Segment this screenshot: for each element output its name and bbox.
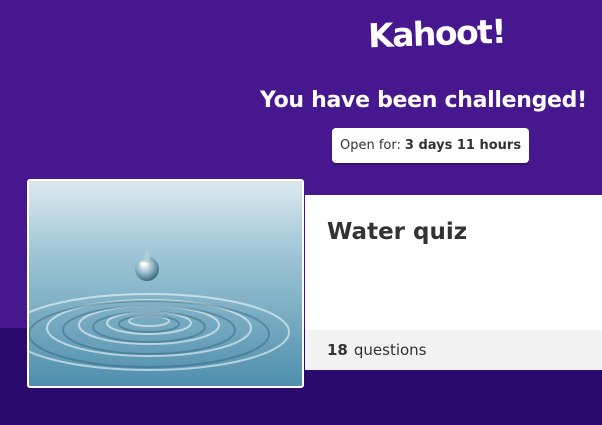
water-drop-icon xyxy=(29,181,302,386)
open-for-label: Open for: xyxy=(340,138,401,153)
question-count: 18 xyxy=(327,341,348,359)
open-for-badge: Open for: 3 days 11 hours xyxy=(332,128,530,163)
quiz-title: Water quiz xyxy=(327,219,468,245)
quiz-footer: 18 questions xyxy=(305,330,602,370)
kahoot-logo: Kahoot! xyxy=(367,11,506,56)
quiz-card[interactable]: Water quiz 18 questions xyxy=(305,195,602,370)
quiz-cover-image xyxy=(27,179,304,388)
logo-text: Kahoot! xyxy=(367,11,506,56)
open-for-value: 3 days 11 hours xyxy=(404,138,522,153)
question-label: questions xyxy=(353,341,427,359)
challenge-headline: You have been challenged! xyxy=(260,88,587,113)
